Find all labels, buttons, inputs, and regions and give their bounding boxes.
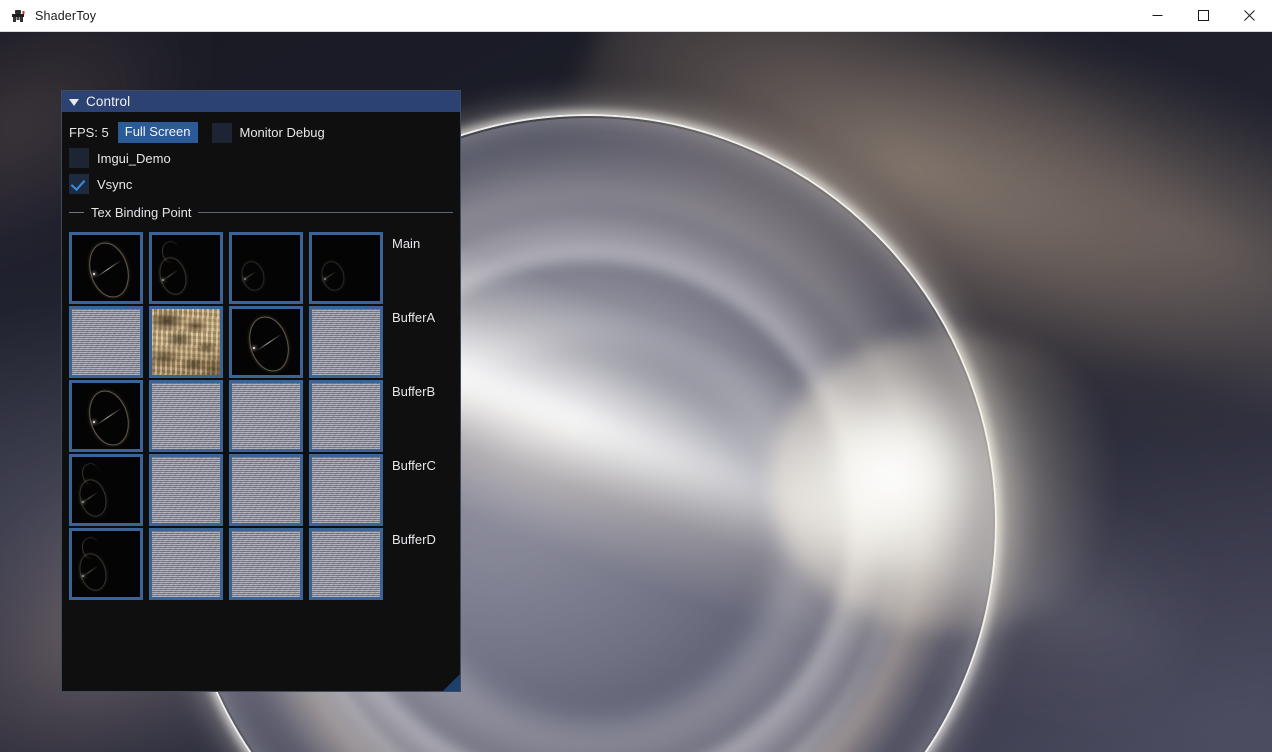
fps-label: FPS: 5 [69,125,109,140]
monitor-debug-checkbox[interactable] [211,122,232,143]
minimize-icon [1152,15,1162,16]
close-button[interactable] [1226,0,1272,31]
control-panel-body: FPS: 5 Full Screen Monitor Debug Imgui_D… [62,112,460,600]
texture-slot[interactable] [69,380,143,452]
vsync-row: Vsync [69,171,453,197]
texture-row-buffer-a: BufferA [69,306,453,378]
render-dot-glyph [324,278,326,280]
texture-slot[interactable] [229,380,303,452]
texture-row-label: BufferD [392,532,436,547]
render-ring-glyph [83,385,135,449]
window-title: ShaderToy [35,8,97,23]
texture-row-buffer-b: BufferB [69,380,453,452]
application-window: ShaderToy Control FPS: 5 Full Screen Mon… [0,0,1272,752]
texture-slot[interactable] [149,528,223,600]
render-dot-glyph [244,278,246,280]
full-screen-button[interactable]: Full Screen [117,122,198,143]
texture-row-label: BufferA [392,310,436,325]
control-panel[interactable]: Control FPS: 5 Full Screen Monitor Debug… [61,90,461,692]
texture-slot[interactable] [229,306,303,378]
texture-slot[interactable] [229,454,303,526]
texture-slot[interactable] [309,306,383,378]
render-ring-glyph [83,237,135,301]
texture-slot[interactable] [309,380,383,452]
render-ring-glyph [75,476,111,520]
texture-slot[interactable] [309,528,383,600]
monitor-debug-label: Monitor Debug [239,125,325,140]
texture-binding-grid: Main BufferA BufferB BufferC BufferD [69,232,453,600]
texture-slot[interactable] [149,232,223,304]
app-icon [10,8,26,24]
texture-row-label: Main [392,236,421,251]
texture-slot[interactable] [69,454,143,526]
render-ring-glyph [75,550,111,594]
vsync-label: Vsync [97,176,133,192]
maximize-icon [1197,10,1209,21]
tex-binding-point-separator: Tex Binding Point [69,201,453,223]
texture-slot[interactable] [229,232,303,304]
render-ring-glyph [155,254,191,298]
close-icon [1243,10,1255,21]
render-dot-glyph [82,575,84,577]
control-panel-title: Control [86,94,131,109]
render-dot-glyph [93,273,95,275]
window-titlebar: ShaderToy [0,0,1272,32]
texture-row-label: BufferB [392,384,436,399]
render-ring-glyph [243,311,295,375]
resize-grip[interactable] [443,674,460,691]
separator-line [198,211,453,213]
render-ring-glyph [318,258,348,294]
tex-binding-point-label: Tex Binding Point [91,204,192,220]
fps-row: FPS: 5 Full Screen Monitor Debug [69,120,453,145]
texture-slot[interactable] [69,528,143,600]
vsync-checkbox[interactable] [69,174,89,194]
texture-slot[interactable] [149,454,223,526]
render-dot-glyph [82,501,84,503]
accretion-disk-core [770,332,1130,632]
control-panel-titlebar[interactable]: Control [62,91,460,112]
texture-row-buffer-c: BufferC [69,454,453,526]
texture-slot[interactable] [69,306,143,378]
chevron-down-icon[interactable] [69,98,79,106]
minimize-button[interactable] [1134,0,1180,31]
render-dot-glyph [253,347,255,349]
render-ring-glyph [238,258,268,294]
texture-row-buffer-d: BufferD [69,528,453,600]
texture-slot[interactable] [149,306,223,378]
texture-slot[interactable] [229,528,303,600]
imgui-demo-checkbox[interactable] [69,148,89,168]
texture-slot[interactable] [149,380,223,452]
texture-slot[interactable] [309,232,383,304]
imgui-demo-label: Imgui_Demo [97,150,171,166]
imgui-demo-row: Imgui_Demo [69,145,453,171]
maximize-button[interactable] [1180,0,1226,31]
texture-row-label: BufferC [392,458,436,473]
texture-slot[interactable] [69,232,143,304]
texture-slot[interactable] [309,454,383,526]
texture-row-main: Main [69,232,453,304]
separator-dash [69,211,84,213]
render-dot-glyph [162,279,164,281]
render-dot-glyph [93,421,95,423]
